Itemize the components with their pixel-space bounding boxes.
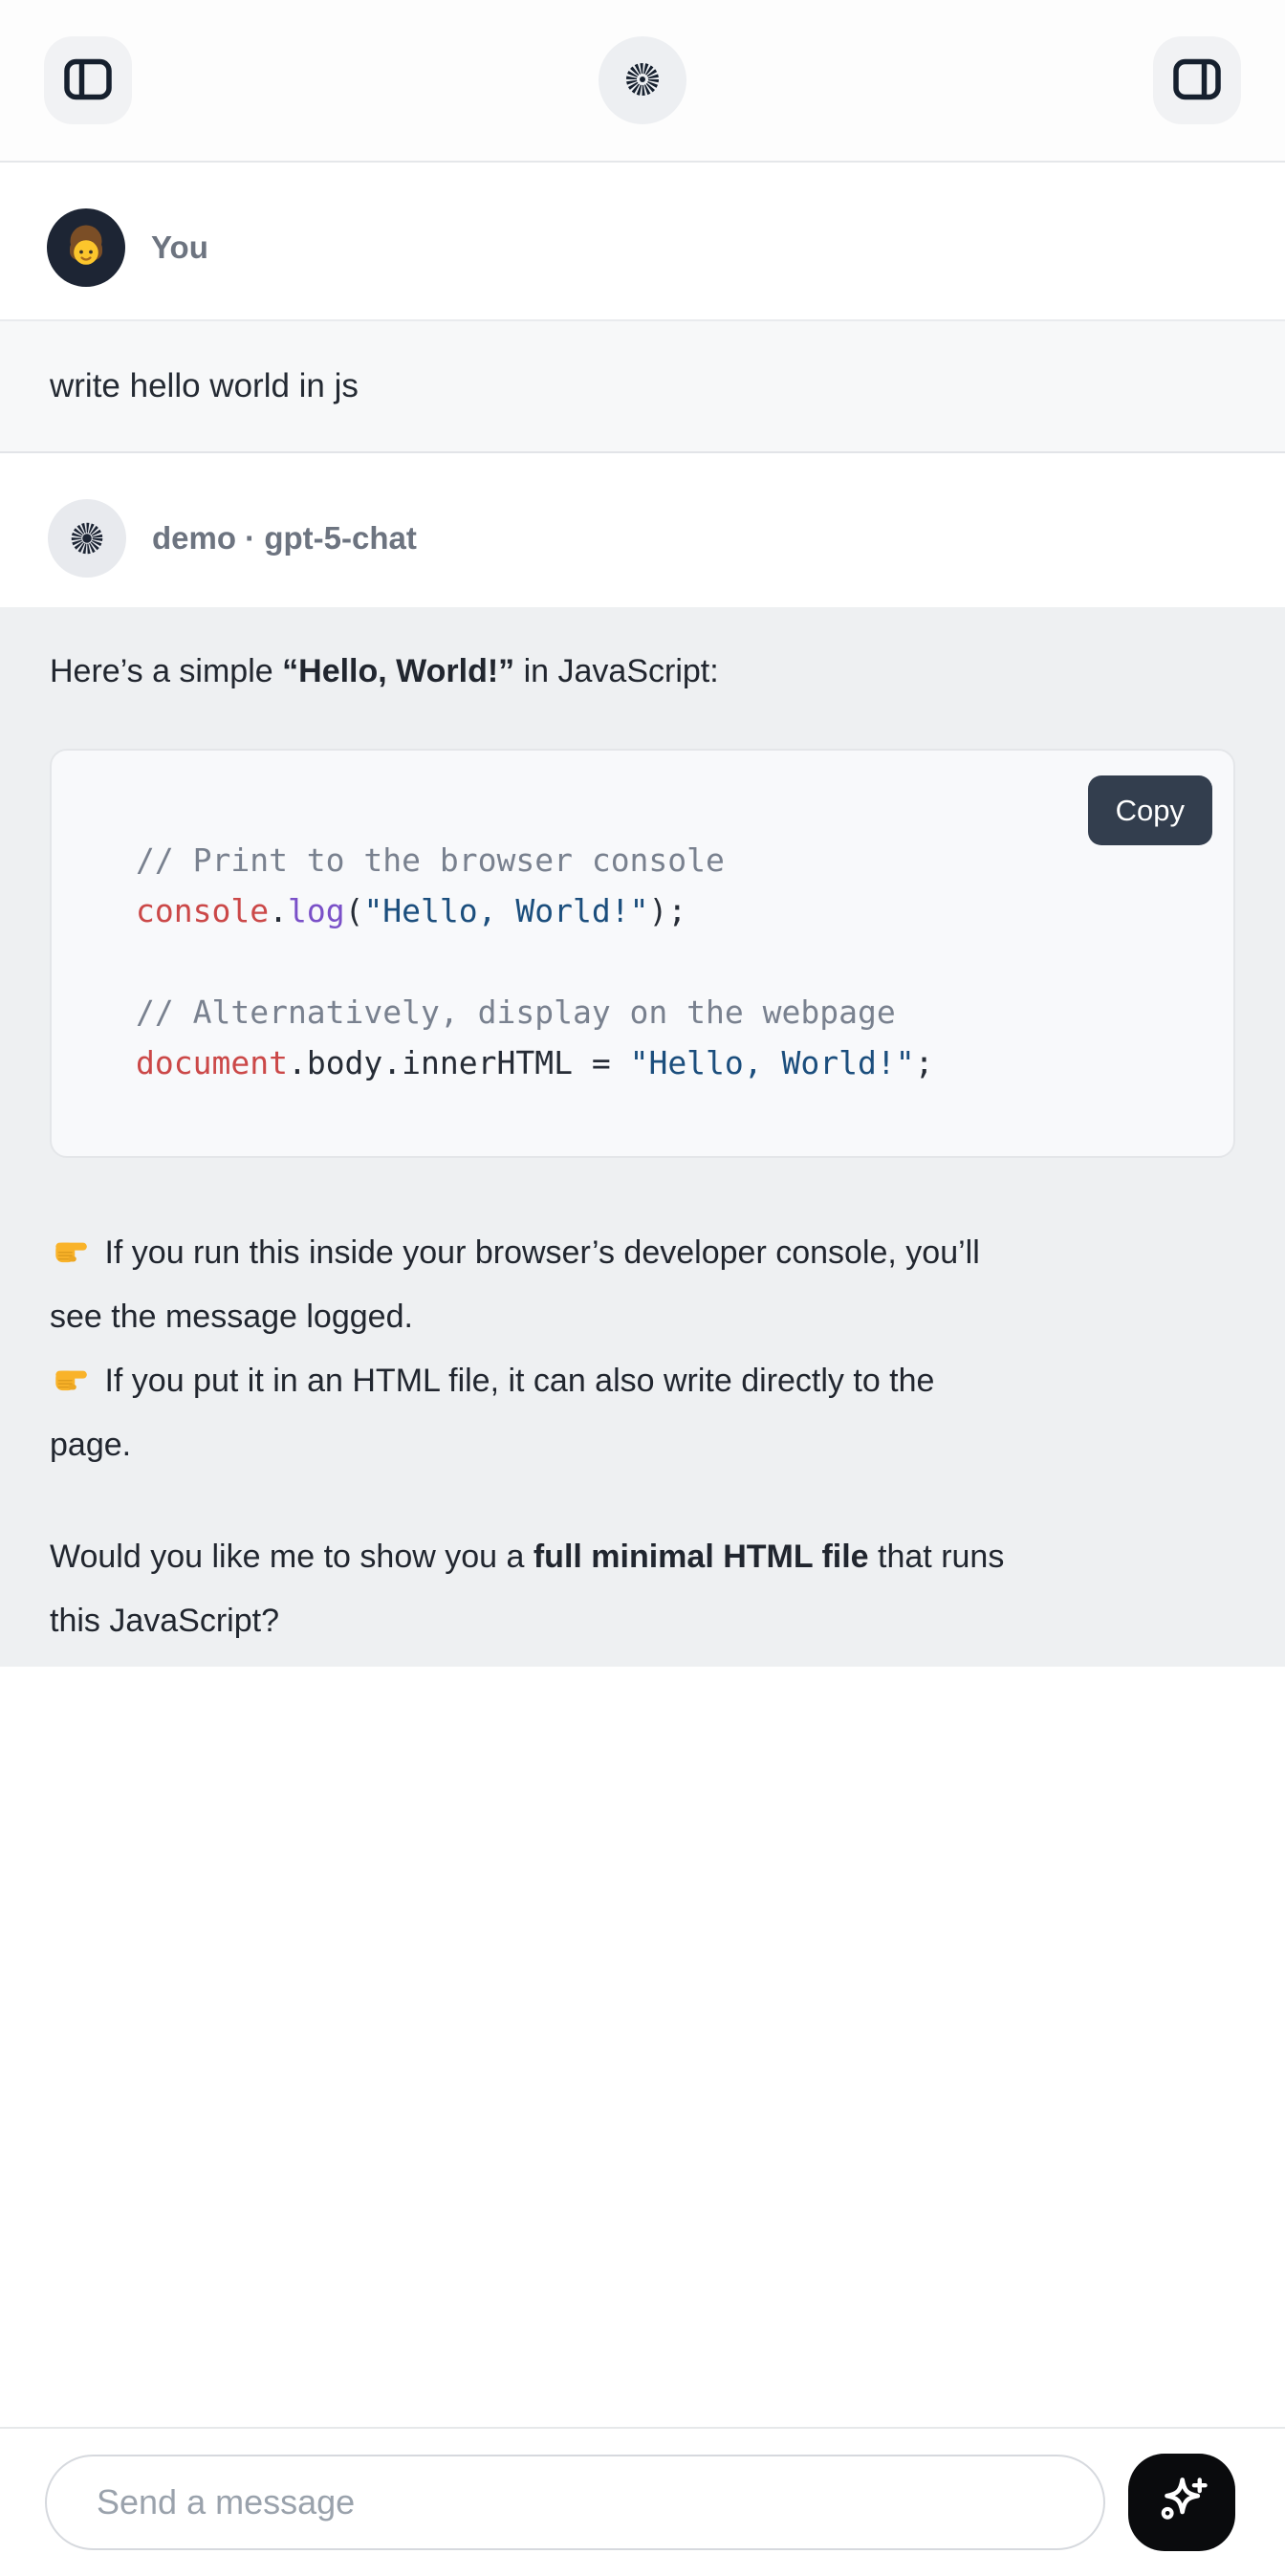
assistant-sender-row: demo · gpt-5-chat [0,453,1285,607]
user-sender-row: You [0,163,1285,319]
top-bar [0,0,1285,163]
user-avatar [47,208,125,287]
code-block: Copy // Print to the browser consolecons… [50,749,1235,1158]
assistant-message: Here’s a simple “Hello, World!” in JavaS… [0,607,1285,1667]
panel-left-icon [62,54,114,108]
user-message: write hello world in js [0,319,1285,453]
sparkle-icon [1152,2472,1211,2534]
code-content: // Print to the browser consoleconsole.l… [136,835,1205,1088]
user-message-text: write hello world in js [50,367,359,405]
assistant-avatar-starburst [48,499,126,578]
panel-right-icon [1171,54,1223,108]
sidebar-toggle-button[interactable] [44,36,132,124]
assistant-sender-name: demo · gpt-5-chat [152,520,417,557]
model-button[interactable] [599,36,686,124]
pointing-right-icon [50,1356,90,1396]
pointing-right-icon [50,1228,90,1268]
starburst-icon [618,55,667,107]
copy-button[interactable]: Copy [1088,775,1212,845]
assistant-followup-question: Would you like me to show you a full min… [50,1525,1235,1653]
assistant-intro-text: Here’s a simple “Hello, World!” in JavaS… [50,649,1235,693]
user-sender-name: You [151,229,208,266]
message-input[interactable] [45,2455,1105,2550]
assistant-tips-paragraph: If you run this inside your browser’s de… [50,1221,1235,1477]
assistant-turn: demo · gpt-5-chat Here’s a simple “Hello… [0,453,1285,1667]
user-turn: You write hello world in js [0,163,1285,453]
send-button[interactable] [1128,2454,1235,2551]
composer-bar [0,2427,1285,2576]
right-panel-toggle-button[interactable] [1153,36,1241,124]
